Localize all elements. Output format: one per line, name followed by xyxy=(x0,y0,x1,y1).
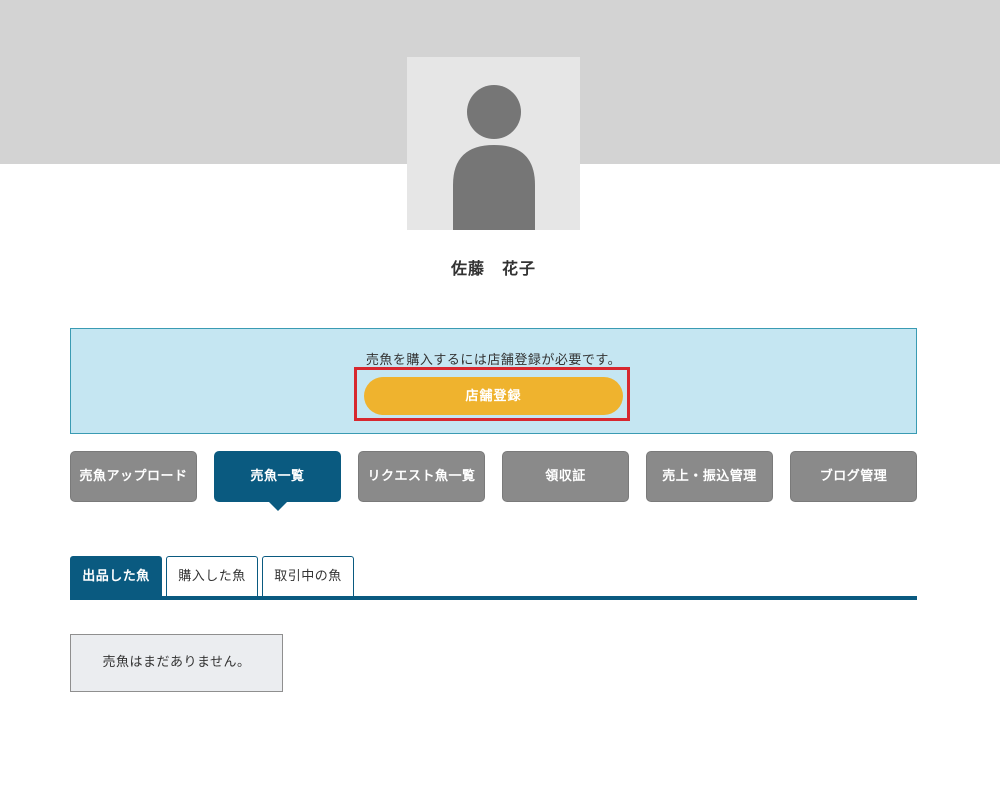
nav-request-fish-list-button[interactable]: リクエスト魚一覧 xyxy=(358,451,485,502)
store-register-button[interactable]: 店舗登録 xyxy=(364,377,623,415)
nav-sales-transfer-button[interactable]: 売上・振込管理 xyxy=(646,451,773,502)
main-nav: 売魚アップロード 売魚一覧 リクエスト魚一覧 領収証 売上・振込管理 ブログ管理 xyxy=(70,451,917,511)
nav-fish-list-button[interactable]: 売魚一覧 xyxy=(214,451,341,511)
tab-underline xyxy=(70,596,917,600)
tab-in-transaction-fish[interactable]: 取引中の魚 xyxy=(262,556,354,596)
person-silhouette-icon xyxy=(453,85,535,230)
user-name: 佐藤 花子 xyxy=(450,259,536,278)
tab-purchased-fish[interactable]: 購入した魚 xyxy=(166,556,258,596)
nav-blog-management-button[interactable]: ブログ管理 xyxy=(790,451,917,502)
fish-tabs: 出品した魚 購入した魚 取引中の魚 xyxy=(70,556,917,600)
nav-upload-fish-button[interactable]: 売魚アップロード xyxy=(70,451,197,502)
store-registration-notice: 売魚を購入するには店舗登録が必要です。 店舗登録 xyxy=(70,328,917,434)
avatar xyxy=(407,57,580,230)
empty-state-message: 売魚はまだありません。 xyxy=(70,634,283,692)
notice-message: 売魚を購入するには店舗登録が必要です。 xyxy=(365,353,622,368)
tab-listed-fish[interactable]: 出品した魚 xyxy=(70,556,162,596)
nav-receipt-button[interactable]: 領収証 xyxy=(502,451,629,502)
